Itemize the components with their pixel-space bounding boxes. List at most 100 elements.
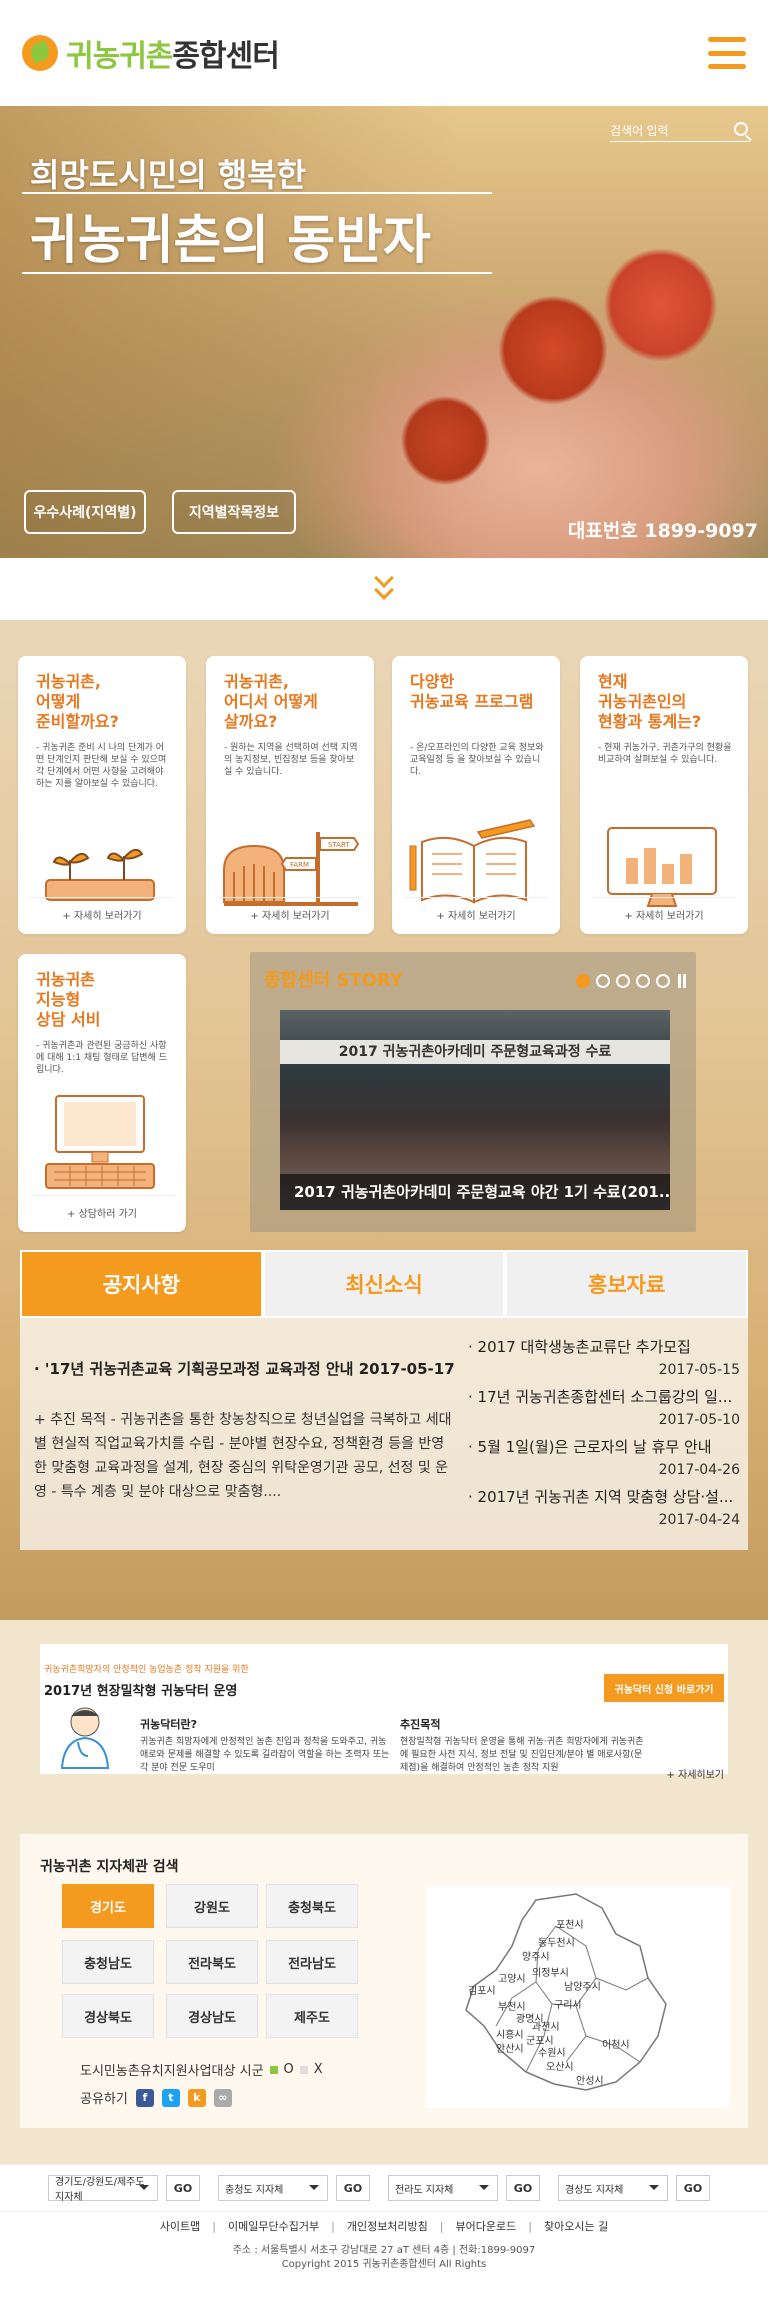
footer-link-viewer[interactable]: 뷰어다운로드 — [456, 2218, 517, 2234]
map-label[interactable]: 오산시 — [546, 2058, 574, 2073]
notice-body: + 추진 목적 - 귀농귀촌을 통한 창농창직으로 청년실업을 극복하고 세대별… — [34, 1412, 452, 1500]
region-search-title: 귀농귀촌 지자체관 검색 — [40, 1859, 179, 1875]
select-chungcheong[interactable]: 충청도 지자체 — [218, 2175, 328, 2201]
map-label[interactable]: 동두천시 — [538, 1934, 575, 1949]
card-more-link[interactable]: + 자세히 보러가기 — [392, 897, 560, 922]
story-photo[interactable]: 2017 귀농귀촌아카데미 주문형교육과정 수료 2017 귀농귀촌아카데미 주… — [280, 1010, 670, 1210]
card-statistics[interactable]: 현재 귀농귀촌인의 현황과 통계는? - 현재 귀농가구, 귀촌가구의 현황을 … — [580, 656, 748, 934]
hotline-number: 대표번호 1899-9097 — [567, 520, 758, 542]
go-button[interactable]: GO — [676, 2175, 710, 2201]
computer-icon — [45, 1095, 155, 1189]
greenhouse-signpost-icon: START FARM — [223, 832, 360, 906]
map-label[interactable]: 김포시 — [468, 1982, 496, 1997]
region-button-chungnam[interactable]: 충청남도 — [62, 1940, 154, 1984]
list-item[interactable]: · 2017년 귀농귀촌 지역 맞춤형 상담·설... 2017-04-24 — [468, 1486, 740, 1536]
footer-link-email-policy[interactable]: 이메일무단수집거부 — [228, 2218, 319, 2234]
go-button[interactable]: GO — [506, 2175, 540, 2201]
map-label[interactable]: 남양주시 — [564, 1978, 601, 1993]
footer-copyright: Copyright 2015 귀농귀촌종합센터 All Rights — [281, 2259, 487, 2270]
card-desc: - 귀농귀촌과 관련된 궁금하신 사항에 대해 1:1 채팅 형태로 답변해 드… — [36, 1041, 168, 1075]
notice-panel: · '17년 귀농귀촌교육 기획공모과정 교육과정 안내 2017-05-17 … — [20, 1318, 748, 1550]
card-education[interactable]: 다양한 귀농교육 프로그램 - 온/오프라인의 다양한 교육 정보와 교육일정 … — [392, 656, 560, 934]
map-label[interactable]: 포천시 — [556, 1916, 584, 1931]
story-caption[interactable]: 2017 귀농귀촌아카데미 주문형교육 야간 1기 수료(201... — [280, 1174, 670, 1210]
card-chat-consult[interactable]: 귀농귀촌 지능형 상담 서비 - 귀농귀촌과 관련된 궁금하신 사항에 대해 1… — [18, 954, 186, 1232]
tab-promotion[interactable]: 홍보자료 — [505, 1250, 749, 1318]
scroll-down-band — [0, 558, 768, 620]
card-more-link[interactable]: + 자세히 보러가기 — [206, 897, 374, 922]
card-prepare[interactable]: 귀농귀촌, 어떻게 준비할까요? - 귀농귀촌 준비 시 나의 단계가 어떤 단… — [18, 656, 186, 934]
footer-link-sitemap[interactable]: 사이트맵 — [160, 2218, 200, 2234]
card-where-to-live[interactable]: 귀농귀촌, 어디서 어떻게 살까요? - 원하는 지역을 선택하여 선택 지역의… — [206, 656, 374, 934]
map-label[interactable]: 의정부시 — [532, 1964, 569, 1979]
card-more-link[interactable]: + 자세히 보러가기 — [580, 897, 748, 922]
news-date: 2017-04-26 — [658, 1462, 740, 1478]
hamburger-menu-icon[interactable] — [708, 37, 746, 69]
kakaostory-icon[interactable]: k — [187, 2088, 206, 2107]
slide-dot-4[interactable] — [636, 974, 650, 988]
go-button[interactable]: GO — [336, 2175, 370, 2201]
tab-latest-news[interactable]: 최신소식 — [262, 1250, 506, 1318]
regional-crops-button[interactable]: 지역별작목정보 — [172, 490, 296, 534]
go-button[interactable]: GO — [166, 2175, 200, 2201]
slide-dot-2[interactable] — [596, 974, 610, 988]
search-input[interactable] — [610, 120, 750, 142]
doctor-what-body: 귀농귀촌 희망자에게 안정적인 농촌 진입과 정착을 도와주고, 귀농애로와 문… — [140, 1737, 390, 1773]
news-date: 2017-05-10 — [658, 1412, 740, 1428]
card-more-link[interactable]: + 자세히 보러가기 — [18, 897, 186, 922]
news-tabs: 공지사항 최신소식 홍보자료 — [20, 1250, 749, 1318]
region-button-jeonnam[interactable]: 전라남도 — [266, 1940, 358, 1984]
news-date: 2017-04-24 — [658, 1512, 740, 1528]
map-label[interactable]: 안성시 — [576, 2072, 604, 2087]
map-label[interactable]: 수원시 — [538, 2044, 566, 2059]
sign-start-text: START — [328, 841, 350, 849]
select-gyeonggi-gangwon-jeju[interactable]: 경기도/강원도/제주도 지자체 — [48, 2175, 158, 2203]
hero-banner: 희망도시민의 행복한 귀농귀촌의 동반자 우수사례(지역별) 지역별작목정보 대… — [0, 106, 768, 558]
best-cases-button[interactable]: 우수사례(지역별) — [24, 490, 146, 534]
pause-icon[interactable] — [678, 974, 686, 988]
region-button-gyeongbuk[interactable]: 경상북도 — [62, 1994, 154, 2038]
map-label[interactable]: 양주시 — [522, 1948, 550, 1963]
footer-link-privacy[interactable]: 개인정보처리방침 — [347, 2218, 428, 2234]
region-button-gyeongnam[interactable]: 경상남도 — [166, 1994, 258, 2038]
select-jeolla[interactable]: 전라도 지자체 — [388, 2175, 498, 2201]
notice-headline[interactable]: · '17년 귀농귀촌교육 기획공모과정 교육과정 안내 2017-05-17 — [34, 1358, 455, 1379]
map-label[interactable]: 시흥시 — [496, 2026, 524, 2041]
list-item[interactable]: · 5월 1일(월)은 근로자의 날 휴무 안내 2017-04-26 — [468, 1436, 740, 1486]
card-title: 현재 귀농귀촌인의 현황과 통계는? — [598, 672, 702, 731]
twitter-icon[interactable]: t — [161, 2088, 180, 2107]
gyeonggi-map[interactable]: 포천시 동두천시 양주시 고양시 의정부시 남양주시 김포시 구리시 부천시 광… — [426, 1886, 730, 2108]
doctor-title: 2017년 현장밀착형 귀농닥터 운영 — [44, 1684, 238, 1699]
region-button-gyeonggi[interactable]: 경기도 — [62, 1884, 154, 1928]
slide-dot-3[interactable] — [616, 974, 630, 988]
legend-yes-swatch — [269, 2065, 278, 2074]
hero-divider — [22, 192, 492, 194]
search-icon[interactable] — [734, 122, 748, 136]
chevron-down-icon[interactable] — [369, 568, 399, 609]
site-logo[interactable]: 귀농귀촌종합센터 — [22, 31, 280, 75]
link-icon[interactable]: ∞ — [213, 2088, 232, 2107]
card-more-link[interactable]: + 상담하러 가기 — [18, 1195, 186, 1220]
doctor-more-link[interactable]: + 자세히보기 — [666, 1766, 724, 1781]
sprout-icon — [45, 848, 155, 901]
map-label[interactable]: 안산시 — [496, 2040, 524, 2055]
doctor-apply-button[interactable]: 귀농닥터 신청 바로가기 — [604, 1674, 724, 1702]
slide-dot-5[interactable] — [656, 974, 670, 988]
list-item[interactable]: · 17년 귀농귀촌종합센터 소그룹강의 일... 2017-05-10 — [468, 1386, 740, 1436]
hero-title: 귀농귀촌의 동반자 — [30, 211, 431, 271]
facebook-icon[interactable]: f — [135, 2088, 154, 2107]
map-label[interactable]: 과천시 — [532, 2018, 560, 2033]
region-button-jeonbuk[interactable]: 전라북도 — [166, 1940, 258, 1984]
slide-dot-1[interactable] — [576, 974, 590, 988]
region-button-chungbuk[interactable]: 충청북도 — [266, 1884, 358, 1928]
list-item[interactable]: · 2017 대학생농촌교류단 추가모집 2017-05-15 — [468, 1336, 740, 1386]
footer-link-directions[interactable]: 찾아오시는 길 — [544, 2218, 608, 2234]
story-pagination — [576, 974, 686, 988]
region-button-jeju[interactable]: 제주도 — [266, 1994, 358, 2038]
map-label[interactable]: 이천시 — [602, 2036, 630, 2051]
map-label[interactable]: 구리시 — [554, 1996, 582, 2011]
tab-notice[interactable]: 공지사항 — [20, 1250, 263, 1318]
select-gyeongsang[interactable]: 경상도 지자체 — [558, 2175, 668, 2201]
map-label[interactable]: 고양시 — [498, 1970, 526, 1985]
region-button-gangwon[interactable]: 강원도 — [166, 1884, 258, 1928]
